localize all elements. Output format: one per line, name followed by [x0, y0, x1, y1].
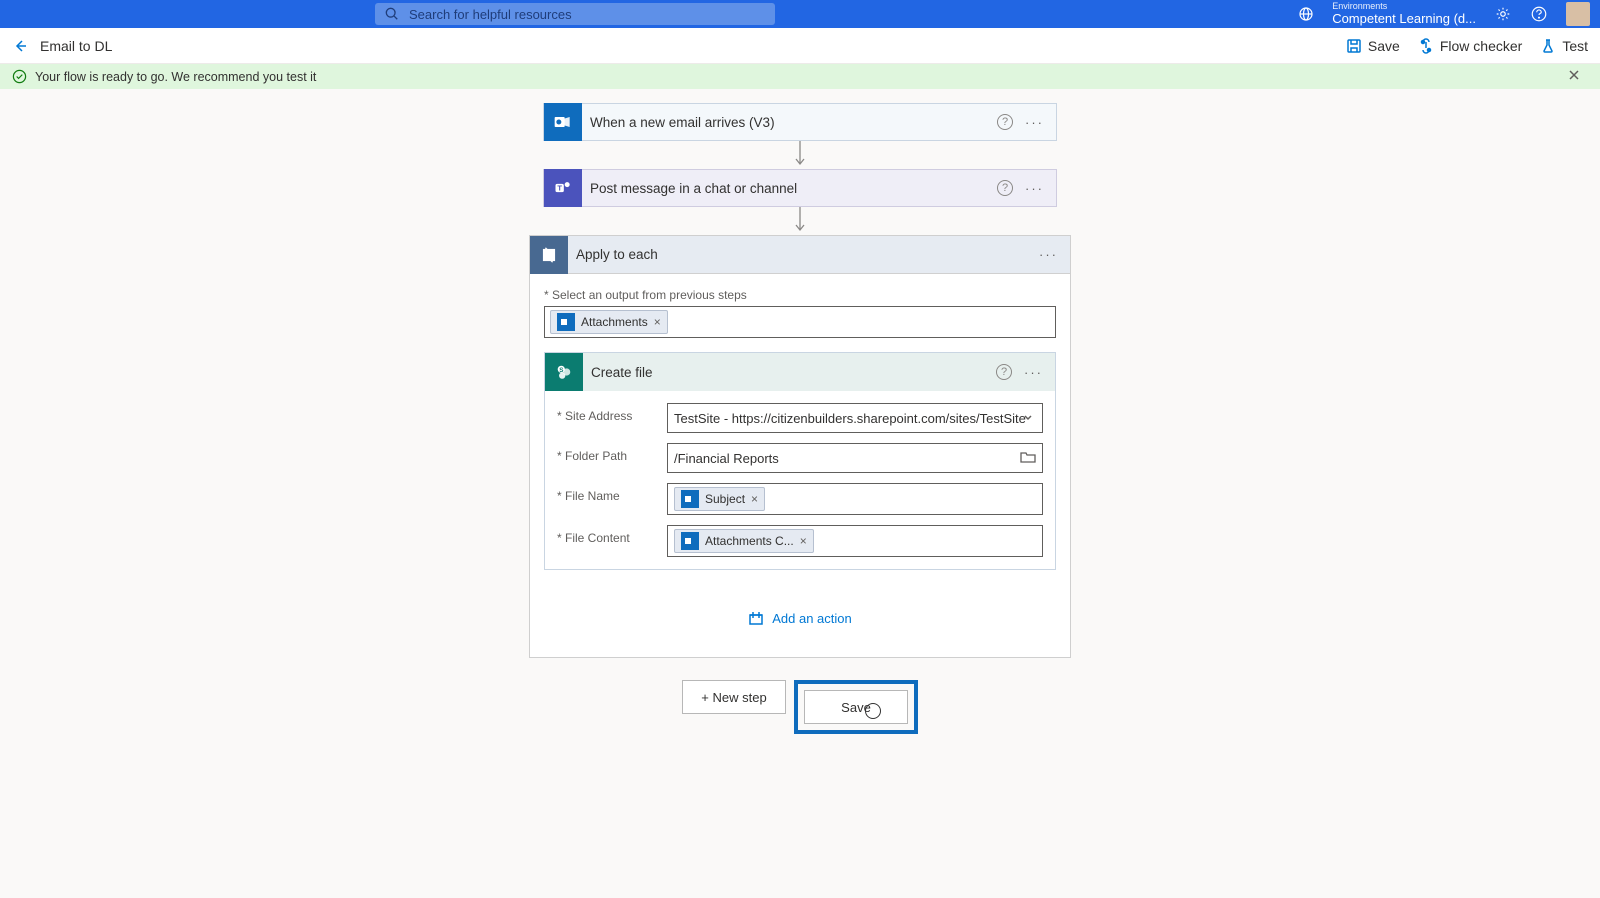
create-file-step: S Create file ? ··· * Site Address TestS… [544, 352, 1056, 570]
banner-message: Your flow is ready to go. We recommend y… [35, 70, 316, 84]
settings-icon[interactable] [1494, 5, 1512, 23]
create-file-header[interactable]: S Create file ? ··· [545, 353, 1055, 391]
site-address-input[interactable]: TestSite - https://citizenbuilders.share… [667, 403, 1043, 433]
search-placeholder: Search for helpful resources [409, 7, 572, 22]
close-icon[interactable] [1568, 69, 1588, 84]
attachments-content-token[interactable]: Attachments C... × [674, 529, 814, 553]
file-name-label: * File Name [557, 483, 667, 503]
outlook-token-icon [681, 532, 699, 550]
post-message-step[interactable]: T Post message in a chat or channel ? ··… [543, 169, 1057, 207]
create-file-title: Create file [583, 365, 996, 380]
env-value: Competent Learning (d... [1332, 12, 1476, 26]
post-message-title: Post message in a chat or channel [582, 181, 997, 196]
outlook-token-icon [557, 313, 575, 331]
sharepoint-icon: S [545, 353, 583, 391]
remove-token-icon[interactable]: × [800, 534, 807, 548]
flow-canvas: When a new email arrives (V3) ? ··· T Po… [0, 89, 1600, 748]
flow-checker-button[interactable]: Flow checker [1418, 38, 1522, 54]
test-button[interactable]: Test [1540, 38, 1588, 54]
loop-icon [530, 236, 568, 274]
folder-path-label: * Folder Path [557, 443, 667, 463]
apply-header[interactable]: Apply to each ··· [530, 236, 1070, 274]
add-action-button[interactable]: Add an action [748, 610, 852, 626]
trigger-step[interactable]: When a new email arrives (V3) ? ··· [543, 103, 1057, 141]
teams-icon: T [544, 169, 582, 207]
command-bar: Email to DL Save Flow checker Test [0, 28, 1600, 64]
save-button-highlight: Save [794, 680, 918, 734]
connector-arrow [793, 141, 807, 169]
search-icon [385, 7, 399, 21]
folder-path-input[interactable]: /Financial Reports [667, 443, 1043, 473]
environment-picker[interactable]: Environments Competent Learning (d... [1332, 2, 1476, 26]
step-menu-icon[interactable]: ··· [1039, 247, 1058, 262]
svg-text:T: T [557, 184, 562, 193]
apply-output-field[interactable]: Attachments × [544, 306, 1056, 338]
avatar[interactable] [1566, 2, 1590, 26]
step-help-icon[interactable]: ? [997, 114, 1013, 130]
trigger-title: When a new email arrives (V3) [582, 115, 997, 130]
save-button[interactable]: Save [1346, 38, 1400, 54]
file-name-input[interactable]: Subject × [667, 483, 1043, 515]
top-bar: Search for helpful resources Environment… [0, 0, 1600, 28]
step-menu-icon[interactable]: ··· [1024, 365, 1043, 380]
flow-title: Email to DL [40, 38, 112, 54]
success-banner: Your flow is ready to go. We recommend y… [0, 64, 1600, 89]
step-menu-icon[interactable]: ··· [1025, 115, 1044, 130]
step-help-icon[interactable]: ? [996, 364, 1012, 380]
apply-field-label: * Select an output from previous steps [544, 288, 1056, 302]
apply-to-each-block: Apply to each ··· * Select an output fro… [529, 235, 1071, 658]
outlook-token-icon [681, 490, 699, 508]
step-menu-icon[interactable]: ··· [1025, 181, 1044, 196]
back-button[interactable] [12, 38, 28, 54]
file-content-label: * File Content [557, 525, 667, 545]
outlook-icon [544, 103, 582, 141]
bottom-buttons: + New step Save [682, 680, 918, 734]
step-help-icon[interactable]: ? [997, 180, 1013, 196]
remove-token-icon[interactable]: × [654, 315, 661, 329]
env-label: Environments [1332, 2, 1476, 12]
search-input[interactable]: Search for helpful resources [375, 3, 775, 25]
save-flow-button[interactable]: Save [804, 690, 908, 724]
subject-token[interactable]: Subject × [674, 487, 765, 511]
new-step-button[interactable]: + New step [682, 680, 786, 714]
environment-icon [1298, 6, 1314, 22]
add-action-icon [748, 610, 764, 626]
check-circle-icon [12, 69, 27, 84]
file-content-input[interactable]: Attachments C... × [667, 525, 1043, 557]
site-address-label: * Site Address [557, 403, 667, 423]
help-icon[interactable] [1530, 5, 1548, 23]
chevron-down-icon[interactable] [1022, 410, 1034, 426]
connector-arrow [793, 207, 807, 235]
folder-picker-icon[interactable] [1020, 450, 1036, 467]
apply-title: Apply to each [568, 247, 1039, 262]
svg-text:S: S [559, 367, 563, 374]
attachments-token[interactable]: Attachments × [550, 310, 668, 334]
remove-token-icon[interactable]: × [751, 492, 758, 506]
